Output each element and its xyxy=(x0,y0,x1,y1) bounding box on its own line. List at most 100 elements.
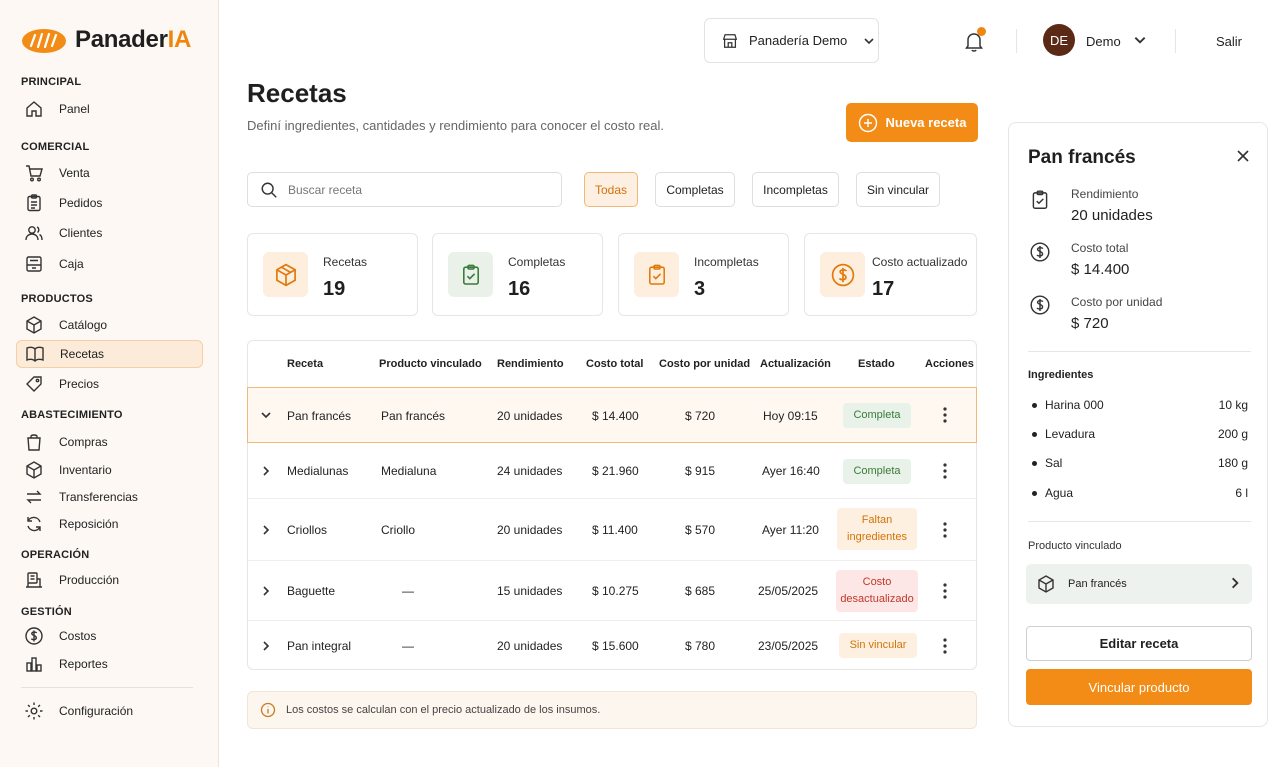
status-badge: Sin vincular xyxy=(839,633,917,658)
link-product-button[interactable]: Vincular producto xyxy=(1026,669,1252,705)
linked-product-title: Producto vinculado xyxy=(1028,540,1122,552)
cell-rendimiento: 20 unidades xyxy=(497,639,563,653)
recipe-detail-panel: Pan francés Rendimiento 20 unidades Cost… xyxy=(1008,122,1268,727)
notification-dot xyxy=(977,27,986,36)
search-box[interactable] xyxy=(247,172,562,207)
kebab-menu-icon xyxy=(943,463,947,479)
new-recipe-button[interactable]: Nueva receta xyxy=(846,103,978,142)
chevron-down-icon[interactable] xyxy=(1133,33,1147,47)
column-header[interactable]: Estado xyxy=(858,358,895,370)
column-header[interactable]: Actualización xyxy=(760,358,831,370)
factory-icon xyxy=(23,569,45,591)
stat-value: 3 xyxy=(694,278,706,300)
stat-label: Incompletas xyxy=(694,255,759,269)
chevron-down-icon[interactable] xyxy=(260,409,272,421)
sidebar-divider xyxy=(21,687,193,688)
chevron-right-icon[interactable] xyxy=(260,640,272,652)
cell-costo-unidad: $ 780 xyxy=(685,639,716,653)
sidebar-item-configuracion[interactable]: Configuración xyxy=(16,697,203,725)
panel-title: Pan francés xyxy=(1028,147,1136,168)
close-icon[interactable] xyxy=(1235,148,1251,164)
sidebar-item-compras[interactable]: Compras xyxy=(16,428,203,456)
dollar-icon xyxy=(1030,295,1050,315)
filter-sin-vincular[interactable]: Sin vincular xyxy=(856,172,940,207)
sidebar-item-transferencias[interactable]: Transferencias xyxy=(16,483,203,511)
sidebar-item-panel[interactable]: Panel xyxy=(16,95,203,123)
column-header[interactable]: Receta xyxy=(287,358,323,370)
stat-value: 17 xyxy=(872,278,895,300)
sidebar-item-reposicion[interactable]: Reposición xyxy=(16,510,203,538)
new-recipe-label: Nueva receta xyxy=(885,115,967,130)
cell-actualizacion: Ayer 11:20 xyxy=(762,523,819,537)
cell-producto: — xyxy=(402,584,414,598)
column-header[interactable]: Producto vinculado xyxy=(379,358,482,370)
column-header[interactable]: Costo por unidad xyxy=(659,358,750,370)
info-icon xyxy=(260,702,276,718)
bread-logo-icon xyxy=(22,29,66,53)
sidebar-item-recetas[interactable]: Recetas xyxy=(16,340,203,368)
cell-costo-total: $ 15.600 xyxy=(592,639,639,653)
table-row[interactable]: Medialunas Medialuna 24 unidades $ 21.96… xyxy=(248,443,976,499)
stat-value: 19 xyxy=(323,278,346,300)
panel-divider xyxy=(1028,351,1251,352)
chevron-right-icon[interactable] xyxy=(260,524,272,536)
nav-section-gestion: GESTIÓN xyxy=(21,606,72,618)
table-row[interactable]: Pan integral — 20 unidades $ 15.600 $ 78… xyxy=(248,621,976,670)
store-selector[interactable]: Panadería Demo xyxy=(704,18,879,63)
sidebar-item-label: Inventario xyxy=(59,463,112,477)
sidebar-item-inventario[interactable]: Inventario xyxy=(16,456,203,484)
sidebar: PanaderIA PRINCIPAL Panel COMERCIAL Vent… xyxy=(0,0,219,767)
table-row[interactable]: Baguette — 15 unidades $ 10.275 $ 685 25… xyxy=(248,561,976,621)
filter-incompletas[interactable]: Incompletas xyxy=(752,172,839,207)
notifications-button[interactable] xyxy=(962,27,986,53)
cell-producto: — xyxy=(402,639,414,653)
detail-label: Costo total xyxy=(1071,241,1129,255)
sidebar-item-reportes[interactable]: Reportes xyxy=(16,650,203,678)
cell-receta: Pan francés xyxy=(287,409,352,423)
logout-button[interactable]: Salir xyxy=(1216,34,1242,49)
search-input[interactable] xyxy=(288,182,548,197)
sidebar-item-caja[interactable]: Caja xyxy=(16,250,203,278)
table-row[interactable]: Criollos Criollo 20 unidades $ 11.400 $ … xyxy=(248,499,976,561)
column-header[interactable]: Costo total xyxy=(586,358,643,370)
chevron-right-icon[interactable] xyxy=(260,585,272,597)
cell-receta: Criollos xyxy=(287,523,328,537)
sidebar-item-pedidos[interactable]: Pedidos xyxy=(16,189,203,217)
chevron-right-icon[interactable] xyxy=(260,465,272,477)
user-name[interactable]: Demo xyxy=(1086,34,1121,49)
cell-costo-total: $ 11.400 xyxy=(592,523,638,537)
sidebar-item-venta[interactable]: Venta xyxy=(16,159,203,187)
row-actions-button[interactable] xyxy=(940,581,950,601)
bar-chart-icon xyxy=(23,653,45,675)
check-clipboard-icon xyxy=(448,252,493,297)
sidebar-item-label: Producción xyxy=(59,573,120,587)
nav-section-operacion: OPERACIÓN xyxy=(21,549,90,561)
clipboard-icon xyxy=(23,192,45,214)
table-row[interactable]: Pan francés Pan francés 20 unidades $ 14… xyxy=(247,387,977,443)
app-name: PanaderIA xyxy=(75,26,192,53)
detail-value: $ 14.400 xyxy=(1071,261,1130,278)
avatar[interactable]: DE xyxy=(1043,24,1075,56)
sidebar-item-clientes[interactable]: Clientes xyxy=(16,219,203,247)
row-actions-button[interactable] xyxy=(940,636,950,656)
row-actions-button[interactable] xyxy=(940,461,950,481)
nav-section-productos: PRODUCTOS xyxy=(21,293,93,305)
topbar-divider xyxy=(1016,29,1017,53)
cell-costo-total: $ 21.960 xyxy=(592,464,639,478)
app-logo[interactable]: PanaderIA xyxy=(21,26,191,54)
row-actions-button[interactable] xyxy=(940,520,950,540)
edit-recipe-button[interactable]: Editar receta xyxy=(1026,626,1252,661)
row-actions-button[interactable] xyxy=(940,405,950,425)
sidebar-item-label: Reportes xyxy=(59,657,108,671)
cart-icon xyxy=(23,162,45,184)
users-icon xyxy=(23,222,45,244)
sidebar-item-precios[interactable]: Precios xyxy=(16,370,203,398)
sidebar-item-catalogo[interactable]: Catálogo xyxy=(16,311,203,339)
filter-todas[interactable]: Todas xyxy=(584,172,638,207)
sidebar-item-produccion[interactable]: Producción xyxy=(16,566,203,594)
filter-completas[interactable]: Completas xyxy=(655,172,735,207)
sidebar-item-costos[interactable]: Costos xyxy=(16,622,203,650)
page-subtitle: Definí ingredientes, cantidades y rendim… xyxy=(247,118,664,133)
linked-product-card[interactable]: Pan francés xyxy=(1026,564,1252,604)
column-header[interactable]: Rendimiento xyxy=(497,358,564,370)
